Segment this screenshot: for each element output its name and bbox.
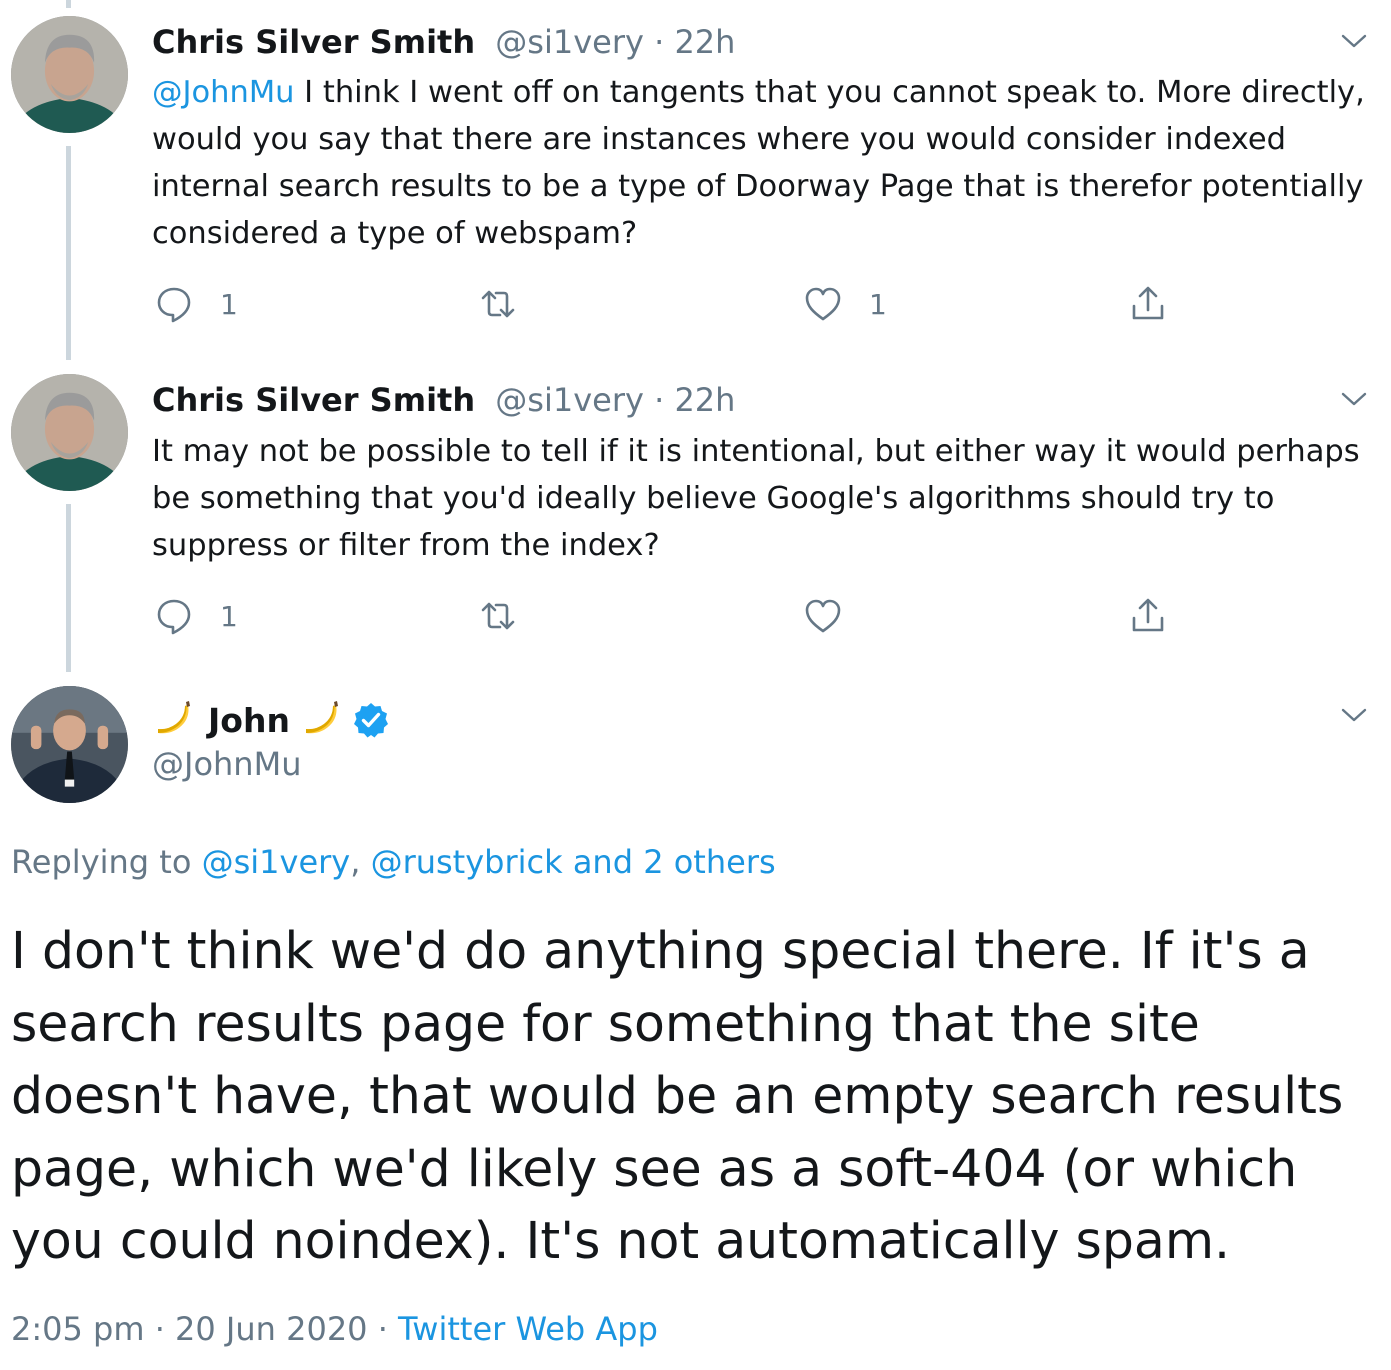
avatar-image: [11, 374, 128, 491]
tweet-body: It may not be possible to tell if it is …: [152, 434, 1360, 563]
banana-emoji-icon: [300, 699, 342, 741]
verified-badge-icon: [352, 701, 390, 739]
author-handle[interactable]: @si1very: [495, 23, 644, 61]
mention-link[interactable]: @rustybrick: [371, 843, 563, 881]
avatar[interactable]: [11, 16, 128, 133]
like-count: 1: [869, 287, 887, 321]
banana-emoji-icon: [152, 699, 194, 741]
mention-link[interactable]: @si1very: [202, 843, 351, 881]
replying-to-line: Replying to @si1very, @rustybrick and 2 …: [11, 843, 776, 881]
share-icon: [1132, 286, 1164, 320]
author-name[interactable]: Chris Silver Smith: [152, 381, 475, 419]
retweet-icon: [481, 290, 515, 318]
chevron-down-icon: [1341, 392, 1367, 406]
avatar-image: [11, 16, 128, 133]
tweet-time[interactable]: 2:05 pm: [11, 1310, 145, 1348]
tweet-time[interactable]: 22h: [674, 381, 735, 419]
mention-link[interactable]: @JohnMu: [152, 75, 294, 110]
retweet-icon: [481, 602, 515, 630]
meta-separator: ·: [367, 1310, 399, 1348]
tweet-body: I think I went off on tangents that you …: [152, 75, 1365, 251]
tweet-time[interactable]: 22h: [674, 23, 735, 61]
tweet-date[interactable]: 20 Jun 2020: [175, 1310, 368, 1348]
tweet-source-link[interactable]: Twitter Web App: [398, 1310, 658, 1348]
chevron-down-icon: [1341, 708, 1367, 722]
meta-separator: ·: [654, 23, 665, 61]
reply-icon: [157, 599, 191, 635]
avatar-image: [11, 686, 128, 803]
author-name[interactable]: Chris Silver Smith: [152, 23, 475, 61]
tweet-actions: 1: [152, 592, 1372, 640]
replying-comma: ,: [350, 843, 371, 881]
tweet-thread: Chris Silver Smith @si1very · 22h @JohnM…: [0, 0, 1391, 1370]
reply-count: 1: [220, 287, 238, 321]
chevron-down-icon: [1341, 34, 1367, 48]
tweet-options-caret[interactable]: [1339, 26, 1369, 56]
main-tweet-text: I don't think we'd do anything special t…: [11, 921, 1344, 1270]
tweet-text: @JohnMu I think I went off on tangents t…: [152, 69, 1372, 257]
author-handle[interactable]: @JohnMu: [152, 745, 301, 783]
tweet-actions: 1 1: [152, 280, 1372, 328]
meta-separator: ·: [654, 381, 665, 419]
author-name[interactable]: John: [208, 701, 290, 740]
replying-prefix: Replying to: [11, 843, 202, 881]
reply-button[interactable]: 1: [154, 280, 238, 328]
reply-count: 1: [220, 599, 238, 633]
thread-connector-line: [66, 504, 71, 672]
heart-icon: [805, 287, 841, 321]
like-button[interactable]: 1: [803, 280, 887, 328]
like-button[interactable]: [803, 592, 869, 640]
tweet-options-caret[interactable]: [1339, 700, 1369, 730]
share-button[interactable]: [1128, 280, 1168, 328]
reply-button[interactable]: 1: [154, 592, 238, 640]
author-name-row[interactable]: John: [152, 695, 390, 745]
thread-connector-line: [66, 146, 71, 360]
meta-separator: ·: [144, 1310, 176, 1348]
reply-icon: [157, 287, 191, 323]
retweet-button[interactable]: [478, 280, 544, 328]
tweet-header: Chris Silver Smith @si1very · 22h: [152, 380, 735, 420]
tweet-text: It may not be possible to tell if it is …: [152, 428, 1372, 569]
author-handle[interactable]: @si1very: [495, 381, 644, 419]
retweet-button[interactable]: [478, 592, 544, 640]
others-link[interactable]: and 2 others: [563, 843, 776, 881]
tweet-timestamp: 2:05 pm · 20 Jun 2020 · Twitter Web App: [11, 1310, 658, 1348]
heart-icon: [805, 599, 841, 633]
tweet-header: Chris Silver Smith @si1very · 22h: [152, 22, 735, 62]
avatar[interactable]: [11, 374, 128, 491]
thread-connector-line: [66, 0, 71, 8]
avatar[interactable]: [11, 686, 128, 803]
tweet-options-caret[interactable]: [1339, 384, 1369, 414]
share-button[interactable]: [1128, 592, 1168, 640]
share-icon: [1132, 598, 1164, 632]
